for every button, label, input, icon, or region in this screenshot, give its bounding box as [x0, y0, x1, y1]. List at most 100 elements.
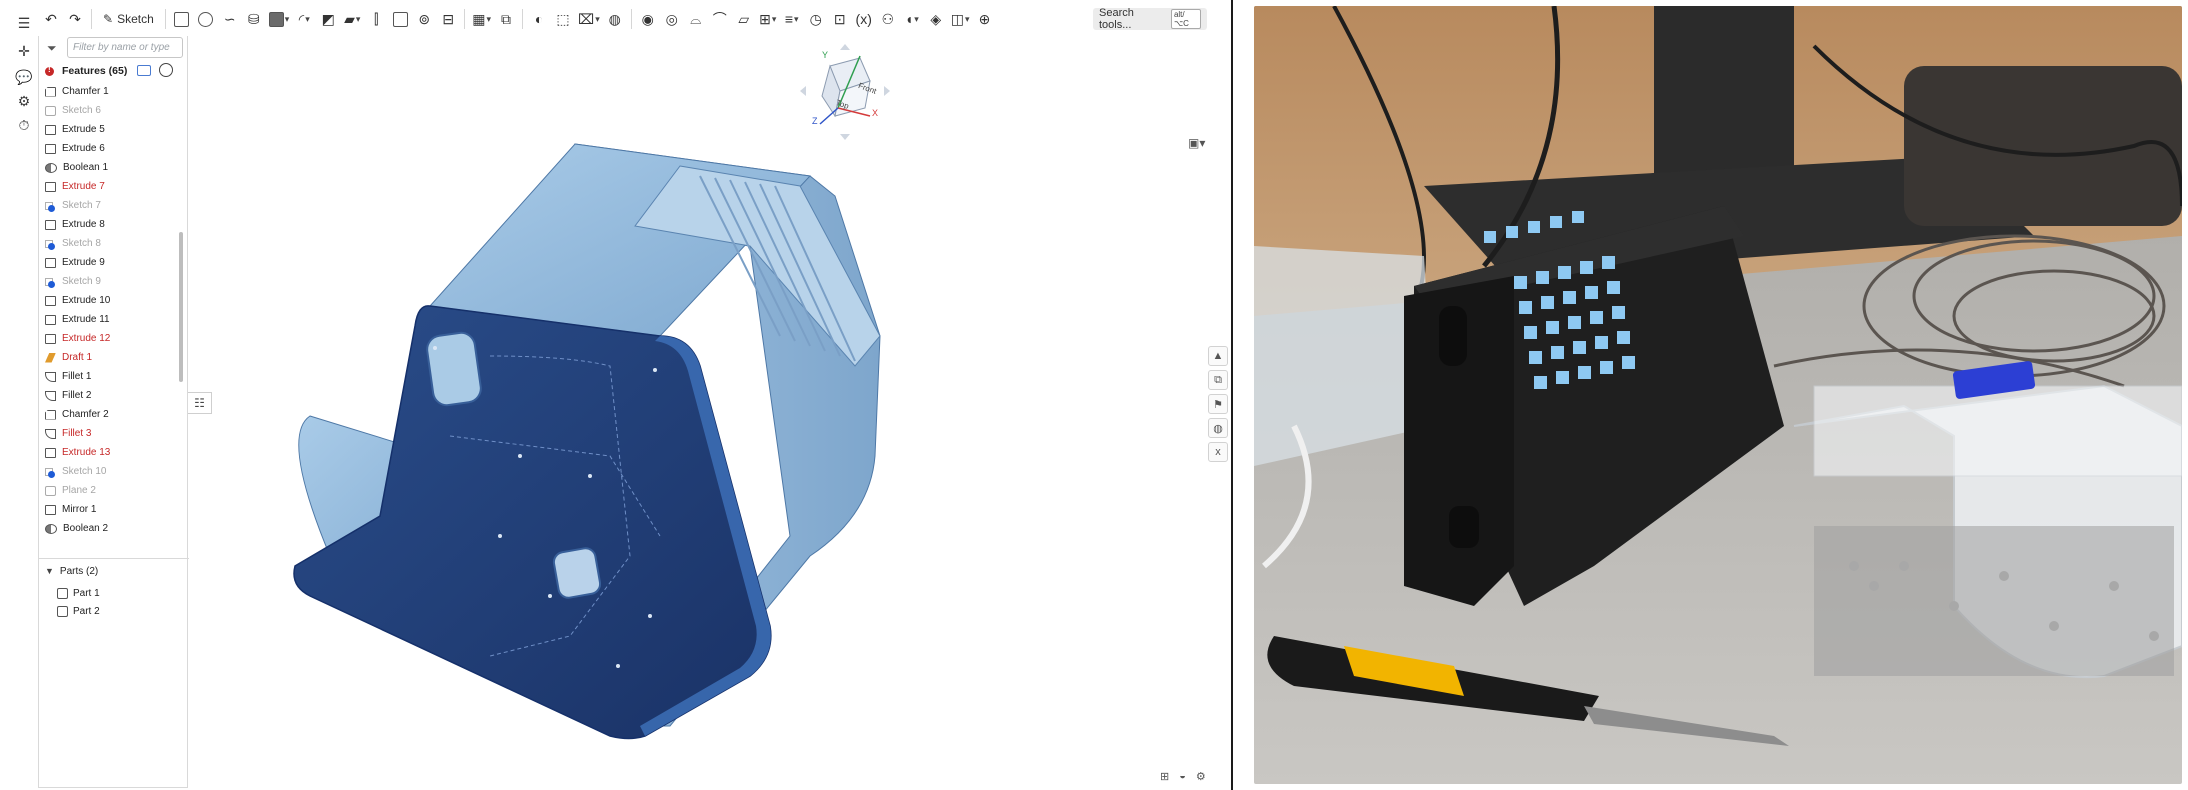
parts-header[interactable]: ▼ Parts (2) — [39, 562, 189, 580]
hole-icon[interactable]: ⊚ — [413, 6, 435, 32]
feature-label: Extrude 6 — [62, 143, 105, 154]
fillet-icon[interactable]: ◜ — [293, 6, 315, 32]
feature-item[interactable]: Chamfer 1 — [39, 82, 175, 101]
chamfer-icon[interactable]: ◩ — [317, 6, 339, 32]
graphics-viewport[interactable]: Front Top X Y Z — [190, 36, 1230, 788]
surface-icon[interactable]: ◈ — [925, 6, 947, 32]
mates-icon[interactable]: ◍ — [1208, 418, 1228, 438]
history-icon[interactable]: ⏱ — [12, 114, 36, 136]
mirror-icon[interactable]: ⊟ — [437, 6, 459, 32]
feature-list-icon[interactable]: ☰ — [12, 12, 36, 34]
parts-view-icon[interactable]: ⚑ — [1208, 394, 1228, 414]
variable-icon[interactable]: (x) — [853, 6, 875, 32]
feature-item[interactable]: Extrude 7 — [39, 177, 175, 196]
regenerate-icon[interactable] — [159, 63, 173, 77]
rib-icon[interactable]: ⫿ — [365, 6, 387, 32]
cham-feature-icon — [45, 409, 56, 420]
section-view-icon[interactable]: ⊡ — [829, 6, 851, 32]
thicken-icon[interactable] — [267, 6, 292, 32]
feature-item[interactable]: Sketch 7 — [39, 196, 175, 215]
feature-item[interactable]: Sketch 6 — [39, 101, 175, 120]
split-icon[interactable]: ◐ — [528, 6, 550, 32]
revolve-icon[interactable] — [195, 6, 217, 32]
feature-label: Sketch 9 — [62, 276, 101, 287]
mate-connector-icon[interactable]: ⊞ — [757, 6, 779, 32]
add-feature-icon[interactable]: ✛ — [12, 40, 36, 62]
filter-row: ⏷ — [39, 36, 189, 60]
frame-icon[interactable]: ⚇ — [877, 6, 899, 32]
sweep-icon[interactable]: ∽ — [219, 6, 241, 32]
feature-filter-input[interactable] — [67, 37, 183, 58]
offset-surface-icon[interactable]: ⌓ — [685, 6, 707, 32]
extrude-icon[interactable] — [171, 6, 193, 32]
feature-item[interactable]: Fillet 1 — [39, 367, 175, 386]
move-face-icon[interactable]: ◉ — [637, 6, 659, 32]
feature-item[interactable]: Extrude 6 — [39, 139, 175, 158]
feature-item[interactable]: Fillet 2 — [39, 386, 175, 405]
modify-fillet-icon[interactable]: ◍ — [604, 6, 626, 32]
replace-face-icon[interactable]: ◎ — [661, 6, 683, 32]
plane-icon[interactable]: ▱ — [733, 6, 755, 32]
configurations-icon[interactable]: ⚙ — [12, 90, 36, 112]
transform-icon[interactable]: ⬚ — [552, 6, 574, 32]
sheet-metal-icon[interactable]: ≡ — [781, 6, 803, 32]
visibility-icon[interactable]: ◒ — [1179, 770, 1186, 783]
view-cube[interactable] — [790, 36, 900, 146]
axis-z-label: Z — [812, 116, 818, 126]
feature-item[interactable]: Extrude 10 — [39, 291, 175, 310]
redo-icon[interactable]: ↷ — [64, 6, 86, 32]
variables-icon[interactable]: x — [1208, 442, 1228, 462]
feature-label: Extrude 5 — [62, 124, 105, 135]
feature-item[interactable]: Sketch 10 — [39, 462, 175, 481]
extrude-feature-icon — [45, 447, 56, 458]
feature-label: Boolean 2 — [63, 523, 109, 534]
error-icon — [45, 65, 54, 76]
comments-icon[interactable]: 💬 — [12, 66, 36, 88]
curve-icon[interactable]: ◖ — [901, 6, 923, 32]
chevron-down-icon[interactable]: ▼ — [45, 566, 54, 576]
feature-item[interactable]: Extrude 12 — [39, 329, 175, 348]
features-header[interactable]: Features (65) — [39, 62, 189, 80]
part-item[interactable]: Part 1 — [57, 584, 100, 602]
search-tools-input[interactable]: Search tools... alt/⌥C — [1093, 7, 1207, 31]
loft-icon[interactable]: ⛁ — [243, 6, 265, 32]
feature-list-scrollbar[interactable] — [177, 82, 185, 558]
feature-item[interactable]: Boolean 1 — [39, 158, 175, 177]
shell-icon[interactable] — [389, 6, 411, 32]
feature-item[interactable]: Extrude 13 — [39, 443, 175, 462]
draft-icon[interactable]: ▰ — [341, 6, 363, 32]
rollback-bar-icon[interactable] — [137, 65, 151, 76]
fill-icon[interactable]: ⌒ — [709, 6, 731, 32]
toolbar-divider — [91, 9, 92, 29]
feature-item[interactable]: Extrude 8 — [39, 215, 175, 234]
feature-label: Sketch 7 — [62, 200, 101, 211]
boolean-icon[interactable]: ⧉ — [495, 6, 517, 32]
feature-item[interactable]: Fillet 3 — [39, 424, 175, 443]
feature-item[interactable]: Boolean 2 — [39, 519, 175, 538]
feature-item[interactable]: Extrude 5 — [39, 120, 175, 139]
part-item[interactable]: Part 2 — [57, 602, 100, 620]
filter-icon[interactable]: ⏷ — [47, 41, 57, 56]
units-icon[interactable]: ⊞ — [1160, 770, 1169, 783]
settings-icon[interactable]: ⚙ — [1196, 770, 1206, 783]
feature-item[interactable]: Plane 2 — [39, 481, 175, 500]
feature-item[interactable]: Chamfer 2 — [39, 405, 175, 424]
delete-part-icon[interactable]: ⌧ — [576, 6, 602, 32]
feature-item[interactable]: Extrude 11 — [39, 310, 175, 329]
display-states-icon[interactable]: ⧉ — [1208, 370, 1228, 390]
scroll-thumb[interactable] — [179, 232, 183, 382]
undo-icon[interactable]: ↶ — [40, 6, 62, 32]
feature-item[interactable]: Mirror 1 — [39, 500, 175, 519]
view-menu-icon[interactable]: ▣▾ — [1188, 136, 1205, 150]
feature-item[interactable]: Sketch 8 — [39, 234, 175, 253]
feature-item[interactable]: Extrude 9 — [39, 253, 175, 272]
feature-item[interactable]: Draft 1 — [39, 348, 175, 367]
render-icon[interactable]: ◫ — [949, 6, 972, 32]
appearance-icon[interactable]: ▲ — [1208, 346, 1228, 366]
photo-of-3d-printed-keypad-enclosure — [1254, 6, 2182, 784]
pattern-icon[interactable]: ▦ — [470, 6, 493, 32]
custom-feature-icon[interactable]: ⊕ — [973, 6, 995, 32]
sketch-button[interactable]: ✎ Sketch — [97, 6, 160, 32]
measure-icon[interactable]: ◷ — [805, 6, 827, 32]
feature-item[interactable]: Sketch 9 — [39, 272, 175, 291]
